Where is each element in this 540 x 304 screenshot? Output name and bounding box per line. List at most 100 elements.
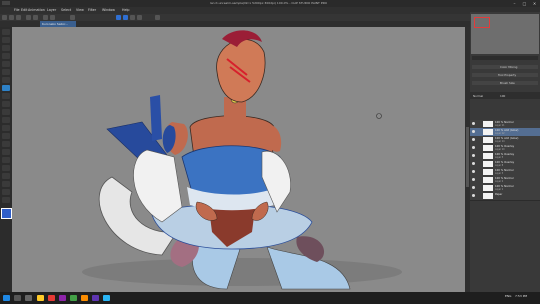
menu-help[interactable]: Help bbox=[122, 8, 130, 12]
menu-edit[interactable]: Edit bbox=[21, 8, 27, 12]
maximize-button[interactable]: □ bbox=[520, 1, 529, 6]
correct-line-tool-icon[interactable] bbox=[2, 197, 10, 203]
menu-file[interactable]: File bbox=[14, 8, 20, 12]
folder-icon[interactable] bbox=[37, 295, 44, 301]
grid-icon[interactable] bbox=[130, 15, 135, 20]
menu-select[interactable]: Select bbox=[61, 8, 71, 12]
clock-time[interactable]: 7:53 PM bbox=[515, 294, 527, 298]
clip-studio-icon[interactable] bbox=[103, 295, 110, 301]
pen-tool-icon[interactable] bbox=[2, 85, 10, 91]
frame-tool-icon[interactable] bbox=[2, 165, 10, 171]
search-icon[interactable] bbox=[14, 295, 21, 301]
ruler-icon[interactable] bbox=[123, 15, 128, 20]
balloon-tool-icon[interactable] bbox=[2, 189, 10, 195]
layer-thumbnail bbox=[483, 153, 493, 159]
zoom-slider[interactable] bbox=[472, 56, 538, 60]
start-icon[interactable] bbox=[3, 295, 10, 301]
open-icon[interactable] bbox=[9, 15, 14, 20]
layer-move-tool-icon[interactable] bbox=[2, 53, 10, 59]
app-icon[interactable] bbox=[59, 295, 66, 301]
deselect-icon[interactable] bbox=[70, 15, 75, 20]
brush-tool-icon[interactable] bbox=[2, 101, 10, 107]
eye-icon[interactable] bbox=[472, 186, 475, 189]
panel-label-color-mixing: Color Mixing bbox=[500, 65, 518, 69]
operation-tool-icon[interactable] bbox=[2, 45, 10, 51]
transform-icon[interactable] bbox=[50, 15, 55, 20]
tool-sub-tab[interactable] bbox=[2, 1, 10, 5]
color-icon[interactable] bbox=[155, 15, 160, 20]
auto-select-tool-icon[interactable] bbox=[2, 69, 10, 75]
navigator-header bbox=[470, 7, 540, 12]
eye-icon[interactable] bbox=[472, 194, 475, 197]
zoom-tool-icon[interactable] bbox=[2, 29, 10, 35]
move-tool-icon[interactable] bbox=[2, 37, 10, 43]
blend-mode-select[interactable]: Normal bbox=[473, 94, 483, 98]
save-icon[interactable] bbox=[16, 15, 21, 20]
layer-thumbnail bbox=[483, 177, 493, 183]
app-icon[interactable] bbox=[70, 295, 77, 301]
blend-tool-icon[interactable] bbox=[2, 133, 10, 139]
fill-tool-icon[interactable] bbox=[2, 141, 10, 147]
minimize-button[interactable]: – bbox=[510, 1, 519, 6]
window-title: lan it-unrealm-sample(Ilkl x 5200px 300d… bbox=[210, 1, 328, 5]
layer-thumbnail bbox=[483, 193, 493, 199]
canvas[interactable] bbox=[12, 27, 470, 292]
decoration-tool-icon[interactable] bbox=[2, 117, 10, 123]
layer-thumbnail bbox=[483, 169, 493, 175]
figure-tool-icon[interactable] bbox=[2, 157, 10, 163]
airbrush-tool-icon[interactable] bbox=[2, 109, 10, 115]
eye-icon[interactable] bbox=[472, 162, 475, 165]
text-tool-icon[interactable] bbox=[2, 181, 10, 187]
eyedropper-tool-icon[interactable] bbox=[2, 77, 10, 83]
new-icon[interactable] bbox=[2, 15, 7, 20]
snap-icon[interactable] bbox=[116, 15, 121, 20]
opacity-value[interactable]: 100 bbox=[500, 94, 505, 98]
app-icon[interactable] bbox=[92, 295, 99, 301]
main-color-swatch[interactable] bbox=[1, 208, 12, 219]
title-bar: lan it-unrealm-sample(Ilkl x 5200px 300d… bbox=[0, 0, 540, 7]
menu-window[interactable]: Window bbox=[102, 8, 115, 12]
eye-icon[interactable] bbox=[472, 154, 475, 157]
menu-layer[interactable]: Layer bbox=[47, 8, 56, 12]
eye-icon[interactable] bbox=[472, 170, 475, 173]
layer-sub: Layer 8 bbox=[495, 164, 504, 167]
close-button[interactable]: ✕ bbox=[530, 1, 539, 6]
selection-tool-icon[interactable] bbox=[2, 61, 10, 67]
redo-icon[interactable] bbox=[33, 15, 38, 20]
layer-sub: Layer 11 bbox=[495, 124, 505, 127]
layer-toolbar: Normal 100 bbox=[470, 92, 540, 99]
clear-icon[interactable] bbox=[43, 15, 48, 20]
guide-icon[interactable] bbox=[137, 15, 142, 20]
layer-sub: Layer 14 bbox=[495, 140, 505, 143]
navigator-thumbnail[interactable] bbox=[471, 14, 539, 54]
pencil-tool-icon[interactable] bbox=[2, 93, 10, 99]
navigator-view-box[interactable] bbox=[474, 17, 490, 28]
menu-animation[interactable]: Animation bbox=[28, 8, 45, 12]
artwork bbox=[82, 30, 402, 290]
layer-thumbnail bbox=[483, 185, 493, 191]
undo-icon[interactable] bbox=[26, 15, 31, 20]
browser-icon[interactable] bbox=[48, 295, 55, 301]
panel-label-tool-property: Tool Property bbox=[498, 73, 517, 77]
eye-icon[interactable] bbox=[472, 178, 475, 181]
layer-thumbnail bbox=[483, 137, 493, 143]
toolbox bbox=[0, 27, 12, 292]
menu-filter[interactable]: Filter bbox=[88, 8, 96, 12]
eye-icon[interactable] bbox=[472, 130, 475, 133]
layer-thumbnail bbox=[483, 129, 493, 135]
scroll-thumb[interactable] bbox=[466, 127, 469, 187]
canvas-area[interactable] bbox=[12, 27, 470, 292]
eye-icon[interactable] bbox=[472, 138, 475, 141]
eye-icon[interactable] bbox=[472, 146, 475, 149]
layer-item[interactable]: Paper bbox=[470, 192, 540, 201]
app-icon[interactable] bbox=[81, 295, 88, 301]
taskbar: ENG 7:53 PM bbox=[0, 292, 540, 304]
taskview-icon[interactable] bbox=[25, 295, 32, 301]
menu-view[interactable]: View bbox=[76, 8, 84, 12]
layer-sub: Layer 5 bbox=[495, 156, 504, 159]
gradient-tool-icon[interactable] bbox=[2, 149, 10, 155]
ruler-tool-icon[interactable] bbox=[2, 173, 10, 179]
language-indicator[interactable]: ENG bbox=[505, 294, 511, 298]
eye-icon[interactable] bbox=[472, 122, 475, 125]
eraser-tool-icon[interactable] bbox=[2, 125, 10, 131]
